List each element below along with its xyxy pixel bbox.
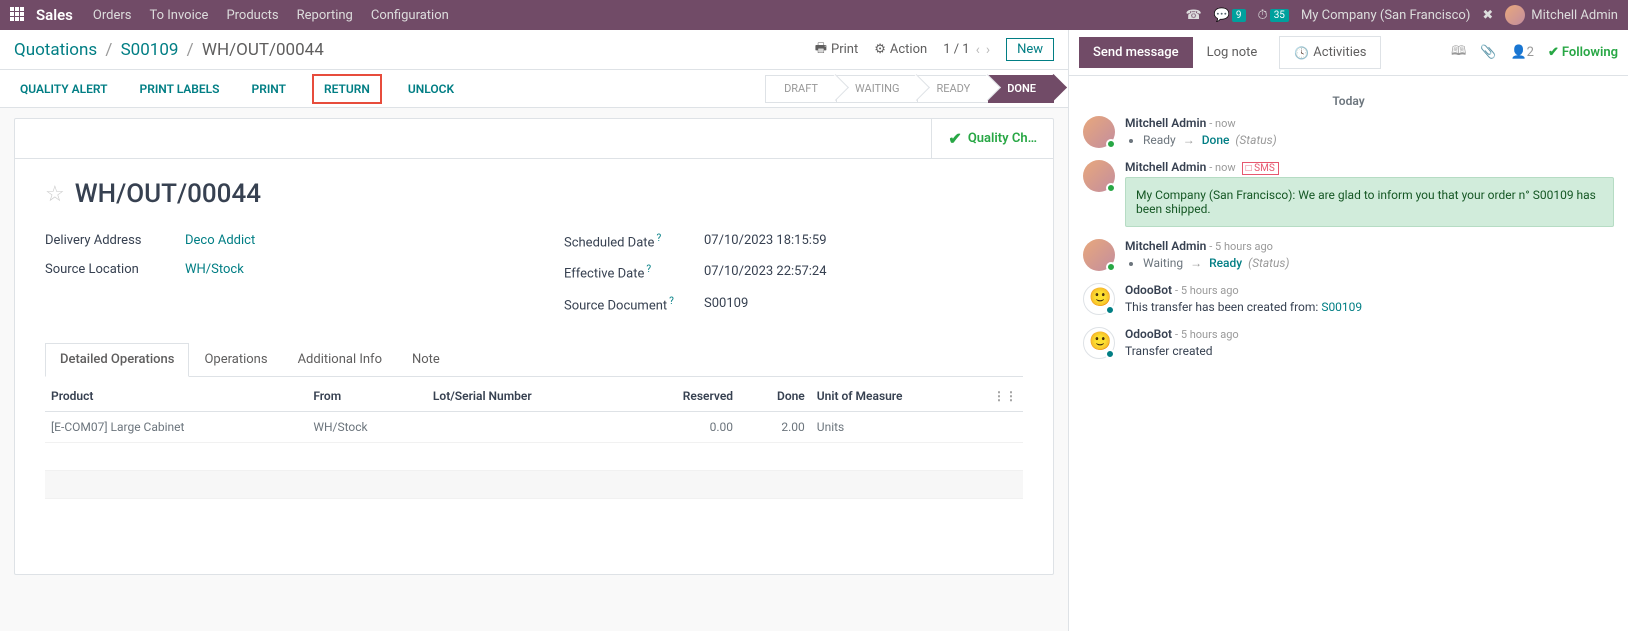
col-from[interactable]: From <box>307 381 427 412</box>
chatter-date-today: Today <box>1083 94 1614 108</box>
source-document-value: S00109 <box>704 296 748 313</box>
table-row[interactable]: [E-COM07] Large CabinetWH/Stock0.002.00U… <box>45 411 1023 442</box>
apps-icon[interactable] <box>10 7 26 23</box>
quality-checks-button[interactable]: Quality Ch… <box>931 119 1053 158</box>
source-location-label: Source Location <box>45 262 185 277</box>
control-panel: Quotations / S00109 / WH/OUT/00044 Print… <box>0 30 1068 70</box>
print-labels-button[interactable]: PRINT LABELS <box>134 78 226 100</box>
return-button[interactable]: RETURN <box>312 74 382 104</box>
attach-icon[interactable]: 📎 <box>1480 45 1496 60</box>
scheduled-date-value: 07/10/2023 18:15:59 <box>704 233 827 250</box>
form-sheet: Quality Ch… ☆ WH/OUT/00044 Delivery Addr… <box>14 118 1054 575</box>
avatar <box>1505 5 1525 25</box>
send-message-button[interactable]: Send message <box>1079 37 1193 68</box>
activities-button[interactable]: Activities <box>1279 36 1381 69</box>
user-avatar <box>1083 116 1115 148</box>
scheduled-date-label: Scheduled Date? <box>564 233 704 250</box>
debug-icon[interactable]: ✖ <box>1482 8 1493 23</box>
quality-alert-button[interactable]: QUALITY ALERT <box>14 78 114 100</box>
breadcrumb: Quotations / S00109 / WH/OUT/00044 <box>14 40 324 60</box>
print-dropdown[interactable]: Print <box>815 39 858 61</box>
bot-avatar <box>1083 283 1115 315</box>
tab-detailed-operations[interactable]: Detailed Operations <box>45 343 189 377</box>
tab-note[interactable]: Note <box>397 343 455 376</box>
brand[interactable]: Sales <box>36 6 73 24</box>
company-switcher[interactable]: My Company (San Francisco) <box>1301 8 1470 23</box>
user-avatar <box>1083 239 1115 271</box>
new-button[interactable]: New <box>1006 38 1054 61</box>
operations-table: Product From Lot/Serial Number Reserved … <box>45 381 1023 555</box>
user-menu[interactable]: Mitchell Admin <box>1505 5 1618 25</box>
chatter-message: Mitchell Admin - now □ SMSMy Company (Sa… <box>1083 160 1614 227</box>
messaging-icon[interactable]: 💬9 <box>1214 8 1246 23</box>
chatter-message: Mitchell Admin - 5 hours agoWaiting → Re… <box>1083 239 1614 271</box>
topmenu-configuration[interactable]: Configuration <box>371 8 449 23</box>
source-document-label: Source Document? <box>564 296 704 313</box>
statusbar: QUALITY ALERT PRINT LABELS PRINT RETURN … <box>0 70 1068 108</box>
msg-link[interactable]: S00109 <box>1321 300 1362 314</box>
col-uom[interactable]: Unit of Measure <box>811 381 987 412</box>
pager-next[interactable]: › <box>986 42 990 58</box>
topmenu-reporting[interactable]: Reporting <box>297 8 353 23</box>
chatter-message: Mitchell Admin - nowReady → Done (Status… <box>1083 116 1614 148</box>
chatter: Send message Log note Activities 🕮 📎 👤2 … <box>1068 30 1628 631</box>
status-draft[interactable]: DRAFT <box>765 75 836 103</box>
sms-badge: □ SMS <box>1242 162 1279 175</box>
tab-additional-info[interactable]: Additional Info <box>283 343 397 376</box>
breadcrumb-root[interactable]: Quotations <box>14 40 97 60</box>
print-button[interactable]: PRINT <box>246 78 292 100</box>
log-note-button[interactable]: Log note <box>1193 37 1272 68</box>
topmenu-products[interactable]: Products <box>226 8 278 23</box>
chatter-message: OdooBot - 5 hours agoThis transfer has b… <box>1083 283 1614 315</box>
attachments-icon[interactable]: 🕮 <box>1451 42 1466 64</box>
user-avatar <box>1083 160 1115 192</box>
pager-prev[interactable]: ‹ <box>976 42 980 58</box>
tab-operations[interactable]: Operations <box>189 343 282 376</box>
status-waiting[interactable]: WAITING <box>836 75 917 103</box>
delivery-address-value[interactable]: Deco Addict <box>185 233 255 248</box>
col-reserved[interactable]: Reserved <box>627 381 739 412</box>
page-title: WH/OUT/00044 <box>75 179 261 209</box>
bot-avatar <box>1083 327 1115 359</box>
action-dropdown[interactable]: Action <box>874 42 927 57</box>
delivery-address-label: Delivery Address <box>45 233 185 248</box>
followers-count[interactable]: 👤2 <box>1510 45 1534 60</box>
favorite-star-icon[interactable]: ☆ <box>45 182 65 207</box>
activities-icon[interactable]: ⏱35 <box>1258 8 1289 23</box>
chatter-message: OdooBot - 5 hours agoTransfer created <box>1083 327 1614 359</box>
effective-date-value: 07/10/2023 22:57:24 <box>704 264 827 281</box>
topmenu-orders[interactable]: Orders <box>93 8 132 23</box>
optional-columns-icon[interactable]: ⋮⋮ <box>987 381 1023 412</box>
pager: 1 / 1 ‹ › <box>943 42 990 58</box>
col-product[interactable]: Product <box>45 381 307 412</box>
effective-date-label: Effective Date? <box>564 264 704 281</box>
voip-icon[interactable]: ☎ <box>1186 8 1202 23</box>
topmenu-to-invoice[interactable]: To Invoice <box>149 8 208 23</box>
unlock-button[interactable]: UNLOCK <box>402 78 460 100</box>
col-lot[interactable]: Lot/Serial Number <box>427 381 627 412</box>
breadcrumb-current: WH/OUT/00044 <box>202 40 324 60</box>
breadcrumb-parent[interactable]: S00109 <box>121 40 179 60</box>
following-button[interactable]: Following <box>1548 45 1618 60</box>
topbar: Sales Orders To Invoice Products Reporting C… <box>0 0 1628 30</box>
source-location-value[interactable]: WH/Stock <box>185 262 244 277</box>
col-done[interactable]: Done <box>739 381 811 412</box>
